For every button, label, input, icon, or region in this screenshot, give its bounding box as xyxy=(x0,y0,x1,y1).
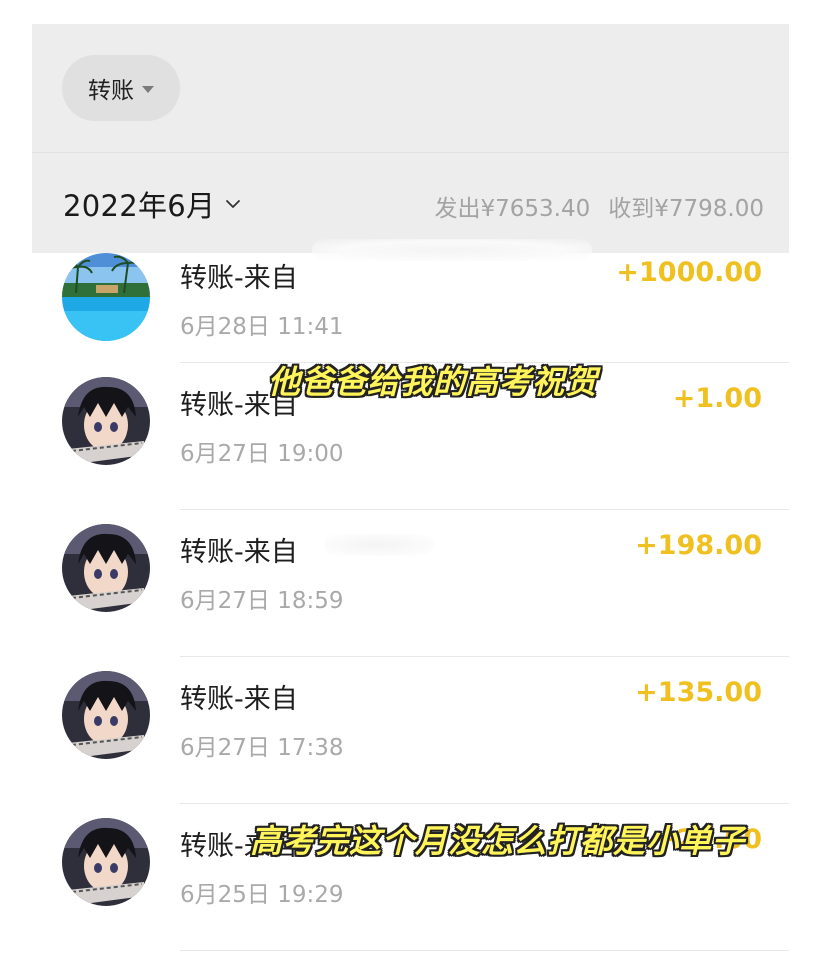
transaction-title: 转账-来自 xyxy=(180,390,298,421)
left-margin xyxy=(0,0,32,976)
transaction-title: 转账-来自 xyxy=(180,684,298,715)
transaction-time: 6月27日 19:00 xyxy=(180,441,344,467)
transfer-filter-button[interactable]: 转账 xyxy=(62,55,180,121)
anime-avatar xyxy=(62,377,150,465)
transaction-row[interactable]: 转账-来自 6月27日 19:00 +1.00 xyxy=(32,363,789,510)
privacy-blur xyxy=(324,534,434,556)
received-total: 收到¥7798.00 xyxy=(608,196,764,222)
transaction-time: 6月27日 17:38 xyxy=(180,735,344,761)
transaction-amount: +135.00 xyxy=(635,677,762,708)
month-label: 2022年6月 xyxy=(63,189,216,223)
filter-bar: 转账 xyxy=(32,24,789,153)
transaction-amount: +20.00 xyxy=(653,824,762,855)
chevron-down-icon xyxy=(226,200,241,208)
anime-avatar xyxy=(62,671,150,759)
transaction-title: 转账-来自 xyxy=(180,831,298,862)
transaction-row[interactable]: 转账-来自 6月28日 11:41 +1000.00 xyxy=(32,239,789,363)
transaction-list: 转账-来自 6月28日 11:41 +1000.00 转账-来自 6月27日 1… xyxy=(32,239,789,951)
top-margin xyxy=(0,0,822,24)
privacy-blur xyxy=(312,239,592,261)
beach-avatar xyxy=(62,253,150,341)
transaction-amount: +1.00 xyxy=(672,383,762,414)
transaction-amount: +1000.00 xyxy=(616,257,762,288)
anime-avatar xyxy=(62,818,150,906)
anime-avatar xyxy=(62,524,150,612)
transaction-time: 6月27日 18:59 xyxy=(180,588,344,614)
transfer-ledger-screen: 转账 2022年6月 发出¥7653.40 收到¥7798.00 转账-来自 6… xyxy=(32,24,789,976)
transaction-row[interactable]: 转账-来自 6月25日 19:29 +20.00 xyxy=(32,804,789,951)
transaction-row[interactable]: 转账-来自 6月27日 17:38 +135.00 xyxy=(32,657,789,804)
month-totals: 发出¥7653.40 收到¥7798.00 xyxy=(435,189,765,223)
month-selector[interactable]: 2022年6月 xyxy=(63,183,241,225)
transaction-amount: +198.00 xyxy=(635,530,762,561)
filter-label: 转账 xyxy=(88,78,134,104)
row-divider xyxy=(180,950,789,951)
transaction-time: 6月28日 11:41 xyxy=(180,314,344,340)
spent-total: 发出¥7653.40 xyxy=(434,196,591,222)
transaction-title: 转账-来自 xyxy=(180,537,298,568)
caret-down-icon xyxy=(142,85,154,93)
transaction-row[interactable]: 转账-来自 6月27日 18:59 +198.00 xyxy=(32,510,789,657)
month-summary-bar: 2022年6月 发出¥7653.40 收到¥7798.00 xyxy=(32,153,789,253)
transaction-time: 6月25日 19:29 xyxy=(180,882,344,908)
transaction-title: 转账-来自 xyxy=(180,263,298,294)
right-margin xyxy=(789,0,822,976)
